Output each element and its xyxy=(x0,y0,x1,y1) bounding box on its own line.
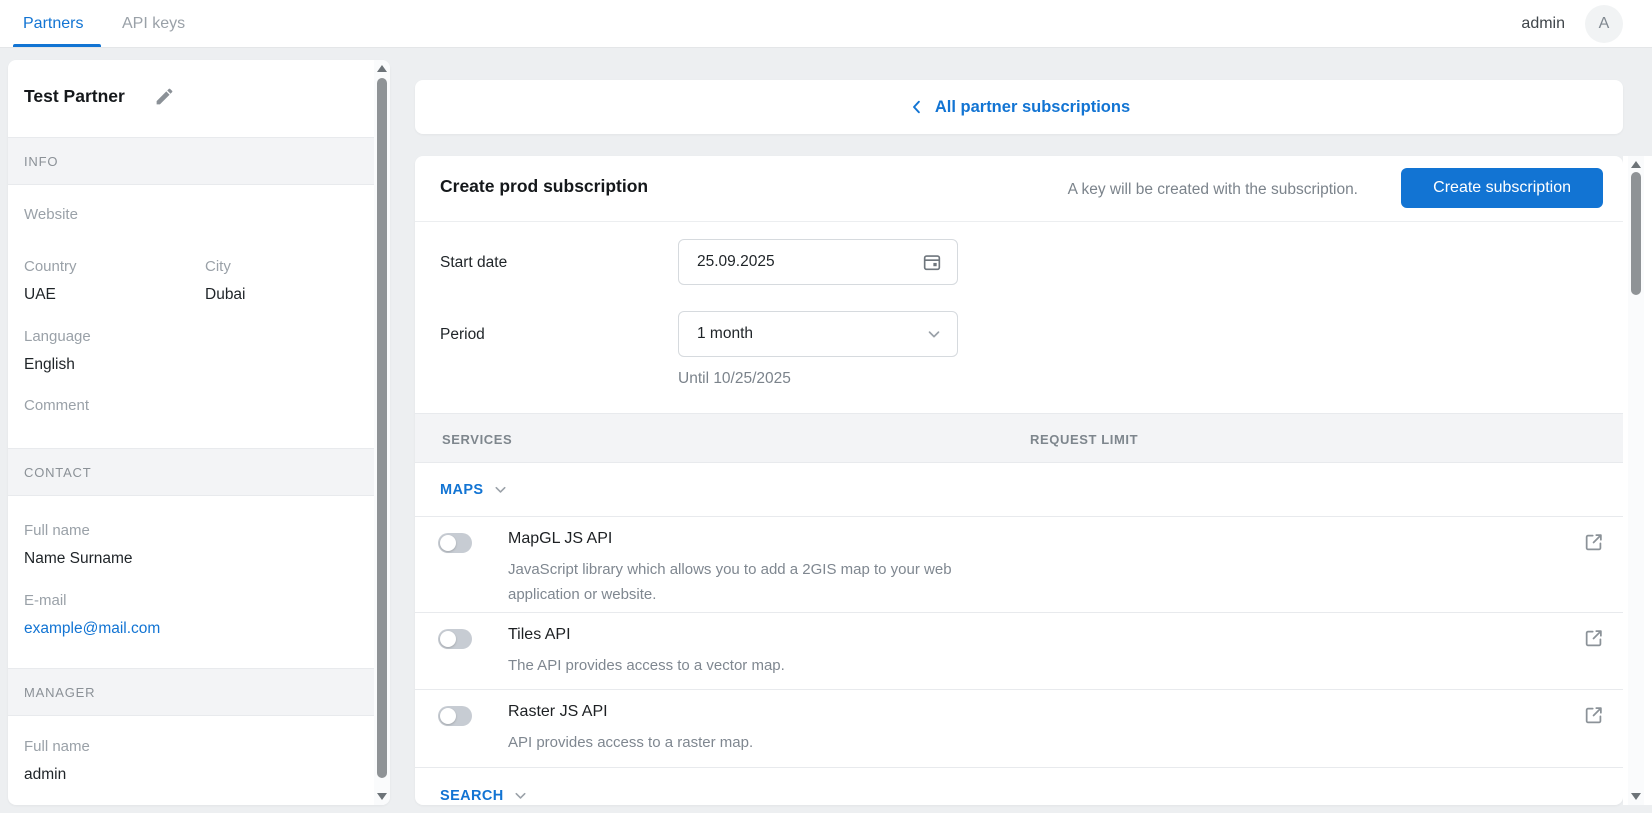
service-title: Raster JS API xyxy=(508,703,608,721)
service-description: JavaScript library which allows you to a… xyxy=(508,557,978,607)
sidebar-scrollbar-thumb[interactable] xyxy=(377,78,387,778)
panel-title: Create prod subscription xyxy=(440,176,648,197)
services-column-header: SERVICES xyxy=(442,414,512,464)
scroll-down-icon[interactable] xyxy=(377,793,387,800)
period-label: Period xyxy=(440,326,485,344)
tab-api-keys-label: API keys xyxy=(122,15,185,33)
contact-fullname-label: Full name xyxy=(24,522,90,539)
period-select[interactable]: 1 month xyxy=(678,311,958,357)
chevron-down-icon[interactable] xyxy=(512,787,529,804)
divider xyxy=(415,221,1623,222)
key-note: A key will be created with the subscript… xyxy=(1068,181,1358,199)
country-value: UAE xyxy=(24,286,56,304)
active-tab-indicator xyxy=(13,44,101,47)
back-link-label: All partner subscriptions xyxy=(935,98,1130,117)
create-subscription-panel: Create prod subscription A key will be c… xyxy=(415,156,1623,805)
manager-fullname-label: Full name xyxy=(24,738,90,755)
service-row-raster: Raster JS API API provides access to a r… xyxy=(415,690,1623,768)
group-maps: MAPS xyxy=(415,463,1623,517)
toggle-knob xyxy=(440,631,456,647)
start-date-value: 25.09.2025 xyxy=(697,253,921,271)
subscriptions-back-card: All partner subscriptions xyxy=(415,80,1623,134)
toggle-knob xyxy=(440,535,456,551)
request-limit-column-header: REQUEST LIMIT xyxy=(1030,414,1138,464)
user-name: admin xyxy=(1521,0,1565,48)
external-link-icon[interactable] xyxy=(1583,704,1605,726)
group-search-link[interactable]: SEARCH xyxy=(440,788,504,804)
section-header-manager: MANAGER xyxy=(8,668,374,716)
calendar-icon[interactable] xyxy=(921,251,943,273)
chevron-down-icon xyxy=(925,325,943,343)
services-table-header: SERVICES REQUEST LIMIT xyxy=(415,413,1623,463)
language-value: English xyxy=(24,356,75,374)
service-description: API provides access to a raster map. xyxy=(508,730,753,755)
period-value: 1 month xyxy=(697,325,925,343)
contact-fullname-value: Name Surname xyxy=(24,550,133,568)
country-label: Country xyxy=(24,258,77,275)
chevron-down-icon[interactable] xyxy=(492,481,509,498)
main-scrollbar[interactable] xyxy=(1628,156,1644,805)
app-window: Partners API keys admin A Test Partner I… xyxy=(0,0,1652,813)
section-header-contact: CONTACT xyxy=(8,448,374,496)
manager-fullname-value: admin xyxy=(24,766,66,784)
language-label: Language xyxy=(24,328,91,345)
scroll-up-icon[interactable] xyxy=(1631,161,1641,168)
start-date-input[interactable]: 25.09.2025 xyxy=(678,239,958,285)
all-partner-subscriptions-link[interactable]: All partner subscriptions xyxy=(908,98,1130,117)
sidebar-scrollbar[interactable] xyxy=(374,60,390,805)
service-toggle[interactable] xyxy=(438,706,472,726)
partner-name: Test Partner xyxy=(24,86,125,107)
chevron-left-icon xyxy=(908,98,926,116)
website-label: Website xyxy=(24,206,78,223)
scroll-down-icon[interactable] xyxy=(1631,793,1641,800)
edit-icon[interactable] xyxy=(154,86,175,107)
service-title: Tiles API xyxy=(508,626,571,644)
service-row-tiles: Tiles API The API provides access to a v… xyxy=(415,613,1623,690)
main-scrollbar-thumb[interactable] xyxy=(1631,172,1641,295)
until-text: Until 10/25/2025 xyxy=(678,370,791,388)
email-link[interactable]: example@mail.com xyxy=(24,620,160,638)
tab-partners[interactable]: Partners xyxy=(23,0,83,48)
service-description: The API provides access to a vector map. xyxy=(508,653,785,678)
comment-label: Comment xyxy=(24,397,89,414)
start-date-label: Start date xyxy=(440,254,507,272)
tab-partners-label: Partners xyxy=(23,15,83,33)
section-header-info: INFO xyxy=(8,137,374,185)
partner-panel: Test Partner INFO Website Country UAE Ci… xyxy=(8,60,390,805)
toggle-knob xyxy=(440,708,456,724)
city-value: Dubai xyxy=(205,286,246,304)
tab-api-keys[interactable]: API keys xyxy=(122,0,185,48)
city-label: City xyxy=(205,258,231,275)
create-subscription-button[interactable]: Create subscription xyxy=(1401,168,1603,208)
service-row-mapgl: MapGL JS API JavaScript library which al… xyxy=(415,517,1623,613)
top-navigation: Partners API keys admin A xyxy=(0,0,1652,48)
service-title: MapGL JS API xyxy=(508,530,612,548)
external-link-icon[interactable] xyxy=(1583,627,1605,649)
external-link-icon[interactable] xyxy=(1583,531,1605,553)
avatar[interactable]: A xyxy=(1585,5,1623,43)
service-toggle[interactable] xyxy=(438,629,472,649)
group-maps-link[interactable]: MAPS xyxy=(440,482,484,498)
group-search: SEARCH xyxy=(415,768,1623,805)
email-label: E-mail xyxy=(24,592,67,609)
service-toggle[interactable] xyxy=(438,533,472,553)
scroll-up-icon[interactable] xyxy=(377,65,387,72)
